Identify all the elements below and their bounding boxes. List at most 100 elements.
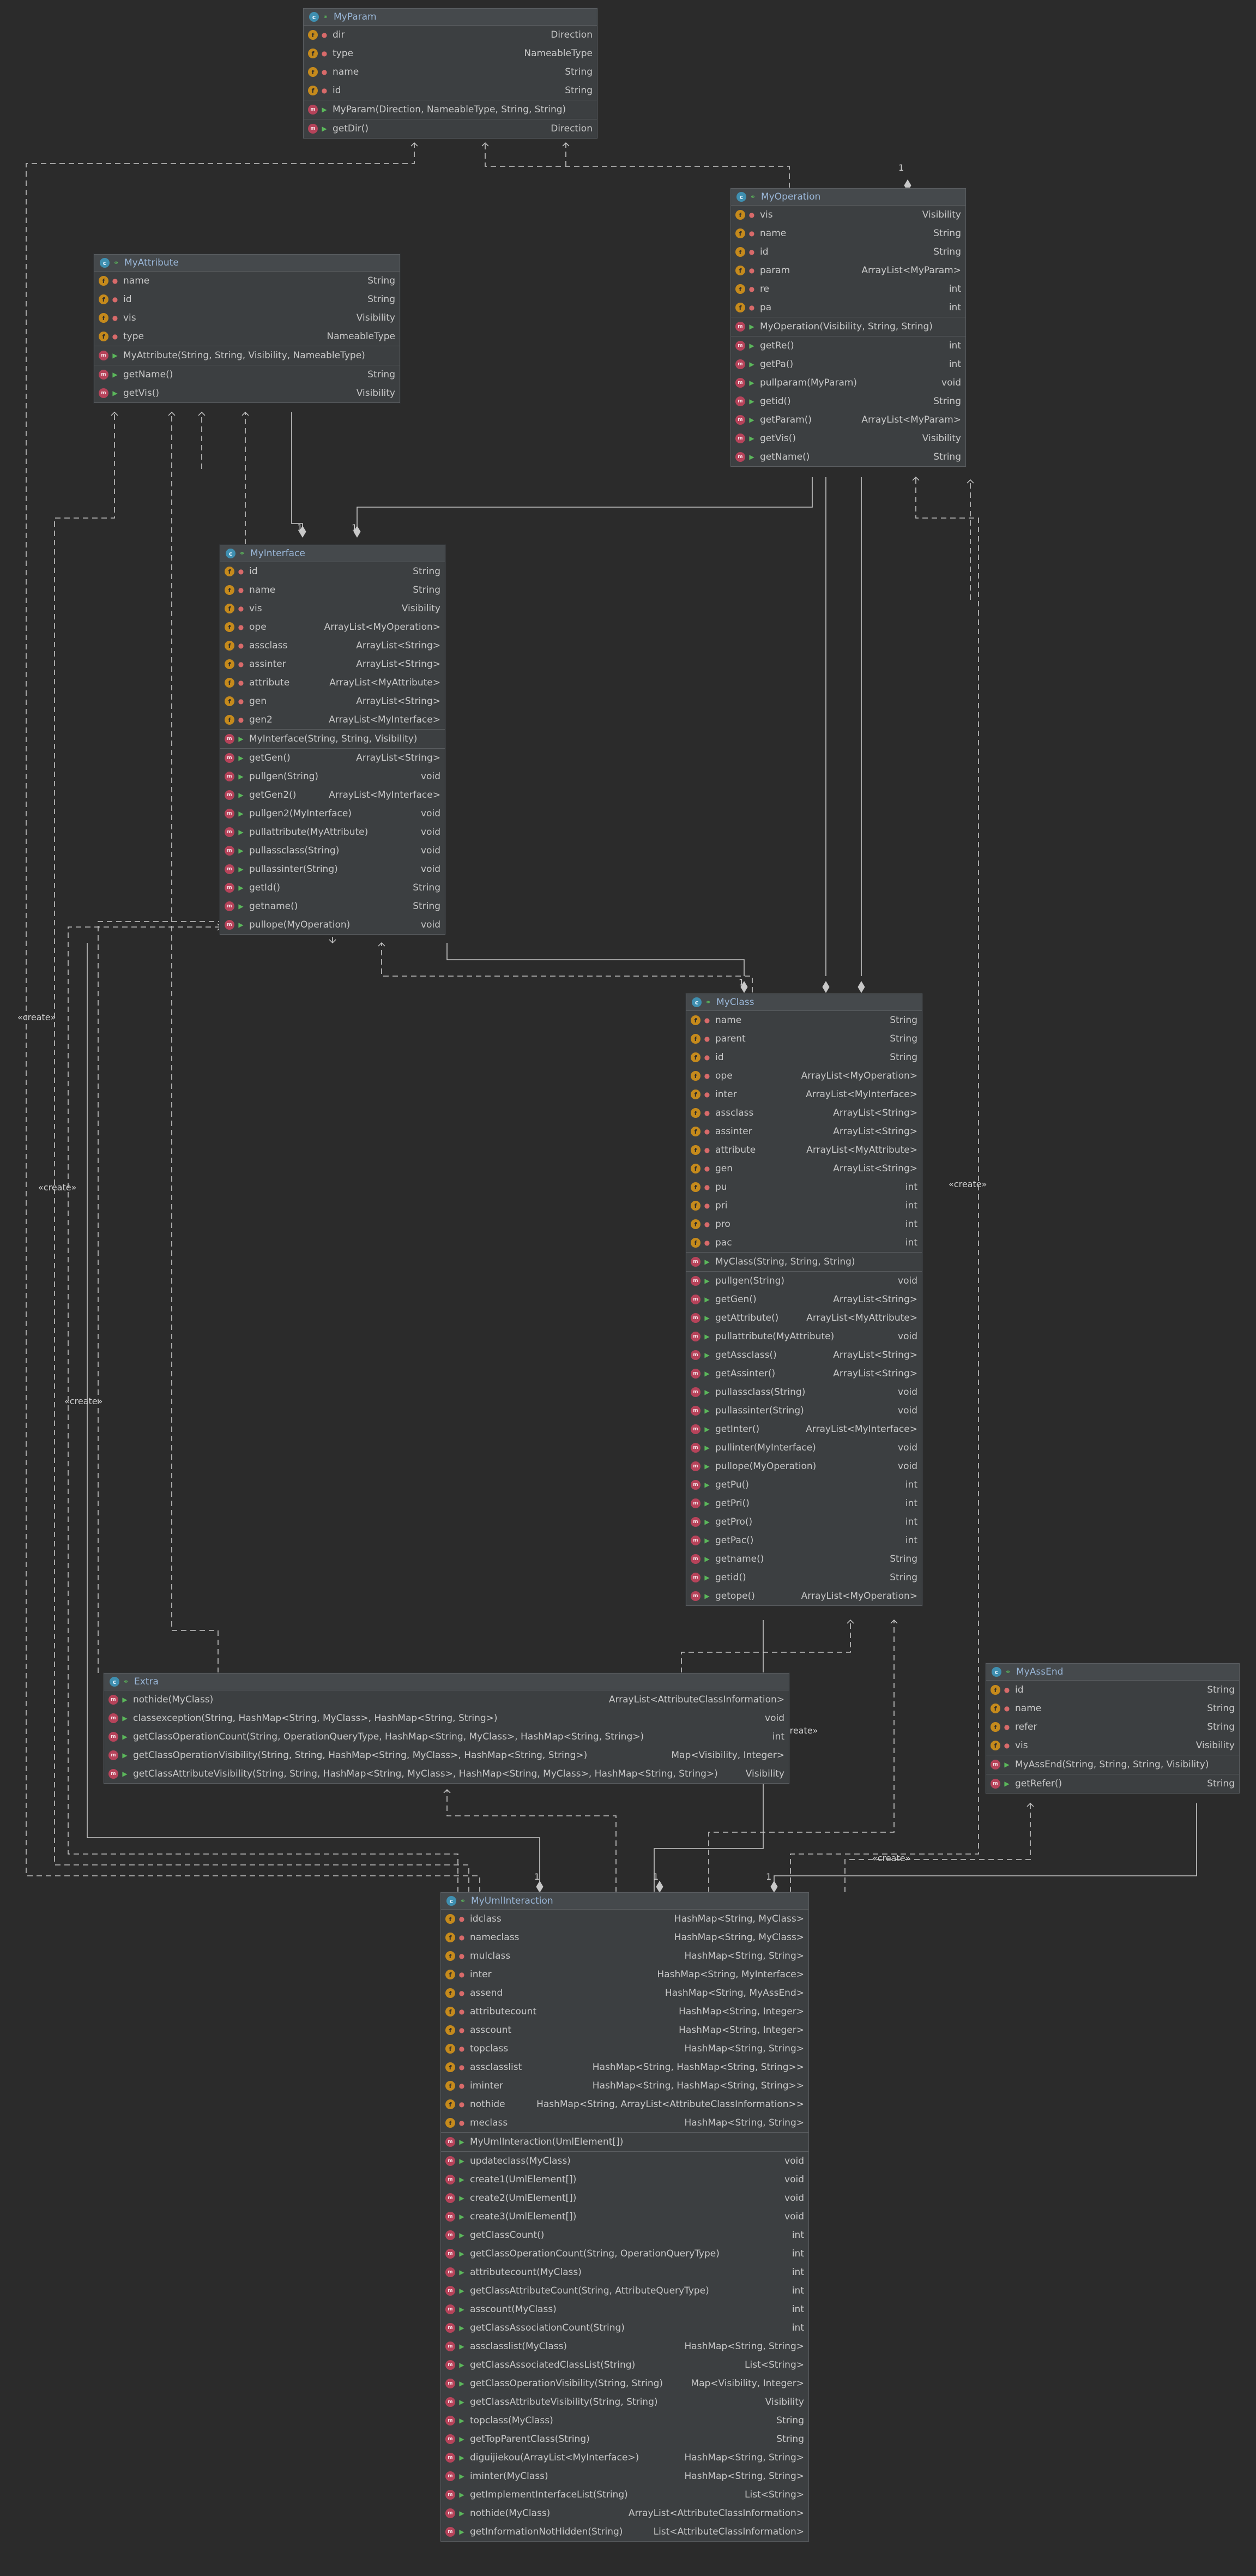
field-row-name[interactable]: f ● name String bbox=[304, 63, 597, 81]
field-row-id[interactable]: f ● id String bbox=[304, 81, 597, 100]
field-row-type[interactable]: f ● type NameableType bbox=[94, 327, 400, 346]
method-row-getclasscount[interactable]: m ▶ getClassCount() int bbox=[441, 2226, 808, 2244]
class-box-myumlinteraction[interactable]: c ⚭ MyUmlInteraction f ● idclass HashMap<Strin… bbox=[440, 1892, 809, 2542]
method-row-myumlinteraction-umlelement[interactable]: m ▶ MyUmlInteraction(UmlElement[]) bbox=[441, 2133, 808, 2151]
class-box-extra[interactable]: c ⚭ Extra m ▶ nothide(MyClass) ArrayList<Attri… bbox=[104, 1673, 789, 1784]
method-row-pullassclass-string[interactable]: m ▶ pullassclass(String) void bbox=[686, 1383, 922, 1401]
method-row-getinter[interactable]: m ▶ getInter() ArrayList<MyInterface> bbox=[686, 1420, 922, 1439]
method-row-iminter-myclass[interactable]: m ▶ iminter(MyClass) HashMap<String, String… bbox=[441, 2467, 808, 2485]
method-row-getname[interactable]: m ▶ getname() String bbox=[686, 1550, 922, 1568]
method-row-getclassassociatedclasslist-string[interactable]: m ▶ getClassAssociatedClassList(String) Lis… bbox=[441, 2356, 808, 2374]
method-row-getassinter[interactable]: m ▶ getAssinter() ArrayList<String> bbox=[686, 1364, 922, 1383]
method-row-classexception-string-hashmap-string-myc[interactable]: m ▶ classexception(String, HashMap<String,… bbox=[104, 1709, 789, 1728]
field-row-type[interactable]: f ● type NameableType bbox=[304, 44, 597, 63]
method-row-pullope-myoperation[interactable]: m ▶ pullope(MyOperation) void bbox=[686, 1457, 922, 1476]
method-row-getgen[interactable]: m ▶ getGen() ArrayList<String> bbox=[686, 1290, 922, 1309]
method-row-create1-umlelement[interactable]: m ▶ create1(UmlElement[]) void bbox=[441, 2170, 808, 2189]
field-row-attribute[interactable]: f ● attribute ArrayList<MyAttribute> bbox=[686, 1141, 922, 1159]
method-row-create3-umlelement[interactable]: m ▶ create3(UmlElement[]) void bbox=[441, 2207, 808, 2226]
method-row-updateclass-myclass[interactable]: m ▶ updateclass(MyClass) void bbox=[441, 2152, 808, 2170]
method-row-myoperation-visibility-string-string[interactable]: m ▶ MyOperation(Visibility, String, String… bbox=[731, 317, 965, 336]
method-row-diguijiekou-arraylist-myinterface[interactable]: m ▶ diguijiekou(ArrayList<MyInterface>) Has… bbox=[441, 2448, 808, 2467]
field-row-name[interactable]: f ● name String bbox=[731, 224, 965, 243]
field-row-dir[interactable]: f ● dir Direction bbox=[304, 26, 597, 44]
method-row-pullassinter-string[interactable]: m ▶ pullassinter(String) void bbox=[686, 1401, 922, 1420]
field-row-re[interactable]: f ● re int bbox=[731, 280, 965, 298]
field-row-vis[interactable]: f ● vis Visibility bbox=[220, 599, 445, 618]
method-row-pullgen2-myinterface[interactable]: m ▶ pullgen2(MyInterface) void bbox=[220, 804, 445, 823]
field-row-id[interactable]: f ● id String bbox=[94, 290, 400, 309]
method-row-myassend-string-string-string-visibility[interactable]: m ▶ MyAssEnd(String, String, String, Visib… bbox=[986, 1755, 1239, 1774]
method-row-myattribute-string-string-visibility-nam[interactable]: m ▶ MyAttribute(String, String, Visibility… bbox=[94, 346, 400, 365]
field-row-vis[interactable]: f ● vis Visibility bbox=[986, 1736, 1239, 1755]
method-row-pullinter-myinterface[interactable]: m ▶ pullinter(MyInterface) void bbox=[686, 1439, 922, 1457]
field-row-pri[interactable]: f ● pri int bbox=[686, 1196, 922, 1215]
method-row-pullassinter-string[interactable]: m ▶ pullassinter(String) void bbox=[220, 860, 445, 878]
method-row-getre[interactable]: m ▶ getRe() int bbox=[731, 336, 965, 355]
method-row-getparam[interactable]: m ▶ getParam() ArrayList<MyParam> bbox=[731, 411, 965, 429]
field-row-attribute[interactable]: f ● attribute ArrayList<MyAttribute> bbox=[220, 673, 445, 692]
method-row-pullope-myoperation[interactable]: m ▶ pullope(MyOperation) void bbox=[220, 916, 445, 934]
field-row-assclass[interactable]: f ● assclass ArrayList<String> bbox=[686, 1104, 922, 1122]
class-box-myassend[interactable]: c ⚭ MyAssEnd f ● id String f ● name String f ● refer S… bbox=[986, 1663, 1240, 1793]
class-header[interactable]: c ⚭ MyParam bbox=[304, 9, 597, 26]
field-row-iminter[interactable]: f ● iminter HashMap<String, HashMap<String,… bbox=[441, 2077, 808, 2095]
field-row-assclass[interactable]: f ● assclass ArrayList<String> bbox=[220, 636, 445, 655]
method-row-gettopparentclass-string[interactable]: m ▶ getTopParentClass(String) String bbox=[441, 2430, 808, 2448]
method-row-pullassclass-string[interactable]: m ▶ pullassclass(String) void bbox=[220, 841, 445, 860]
method-row-getid[interactable]: m ▶ getid() String bbox=[731, 392, 965, 411]
method-row-asscount-myclass[interactable]: m ▶ asscount(MyClass) int bbox=[441, 2300, 808, 2319]
method-row-pullparam-myparam[interactable]: m ▶ pullparam(MyParam) void bbox=[731, 374, 965, 392]
method-row-nothide-myclass[interactable]: m ▶ nothide(MyClass) ArrayList<AttributeCla… bbox=[104, 1690, 789, 1709]
field-row-name[interactable]: f ● name String bbox=[686, 1011, 922, 1030]
class-box-myinterface[interactable]: c ⚭ MyInterface f ● id String f ● name String f ● vis… bbox=[220, 545, 445, 935]
field-row-gen[interactable]: f ● gen ArrayList<String> bbox=[686, 1159, 922, 1178]
method-row-getattribute[interactable]: m ▶ getAttribute() ArrayList<MyAttribute> bbox=[686, 1309, 922, 1327]
method-row-getgen[interactable]: m ▶ getGen() ArrayList<String> bbox=[220, 749, 445, 767]
field-row-vis[interactable]: f ● vis Visibility bbox=[731, 206, 965, 224]
field-row-param[interactable]: f ● param ArrayList<MyParam> bbox=[731, 261, 965, 280]
method-row-pullgen-string[interactable]: m ▶ pullgen(String) void bbox=[220, 767, 445, 786]
method-row-getpro[interactable]: m ▶ getPro() int bbox=[686, 1513, 922, 1531]
field-row-mulclass[interactable]: f ● mulclass HashMap<String, String> bbox=[441, 1947, 808, 1965]
class-header[interactable]: c ⚭ MyAttribute bbox=[94, 255, 400, 272]
class-header[interactable]: c ⚭ MyInterface bbox=[220, 545, 445, 562]
field-row-id[interactable]: f ● id String bbox=[986, 1681, 1239, 1699]
field-row-id[interactable]: f ● id String bbox=[686, 1048, 922, 1067]
method-row-getgen2[interactable]: m ▶ getGen2() ArrayList<MyInterface> bbox=[220, 786, 445, 804]
method-row-getassclass[interactable]: m ▶ getAssclass() ArrayList<String> bbox=[686, 1346, 922, 1364]
method-row-getclassoperationvisibility-string-strin[interactable]: m ▶ getClassOperationVisibility(String, St… bbox=[441, 2374, 808, 2393]
method-row-getclassassociationcount-string[interactable]: m ▶ getClassAssociationCount(String) int bbox=[441, 2319, 808, 2337]
field-row-inter[interactable]: f ● inter HashMap<String, MyInterface> bbox=[441, 1965, 808, 1984]
method-row-attributecount-myclass[interactable]: m ▶ attributecount(MyClass) int bbox=[441, 2263, 808, 2282]
method-row-nothide-myclass[interactable]: m ▶ nothide(MyClass) ArrayList<AttributeCla… bbox=[441, 2504, 808, 2523]
field-row-parent[interactable]: f ● parent String bbox=[686, 1030, 922, 1048]
method-row-myinterface-string-string-visibility[interactable]: m ▶ MyInterface(String, String, Visibility… bbox=[220, 730, 445, 748]
class-box-myattribute[interactable]: c ⚭ MyAttribute f ● name String f ● id String f ● vis… bbox=[94, 254, 400, 403]
method-row-getclassattributevisibility-string-strin[interactable]: m ▶ getClassAttributeVisibility(String, St… bbox=[104, 1765, 789, 1783]
field-row-assinter[interactable]: f ● assinter ArrayList<String> bbox=[686, 1122, 922, 1141]
method-row-getclassattributevisibility-string-strin[interactable]: m ▶ getClassAttributeVisibility(String, St… bbox=[441, 2393, 808, 2411]
method-row-myparam-direction-nameabletype-string-st[interactable]: m ▶ MyParam(Direction, NameableType, Strin… bbox=[304, 100, 597, 119]
field-row-id[interactable]: f ● id String bbox=[220, 562, 445, 581]
class-header[interactable]: c ⚭ MyAssEnd bbox=[986, 1664, 1239, 1681]
field-row-assclasslist[interactable]: f ● assclasslist HashMap<String, HashMap<St… bbox=[441, 2058, 808, 2077]
method-row-getope[interactable]: m ▶ getope() ArrayList<MyOperation> bbox=[686, 1587, 922, 1605]
field-row-pac[interactable]: f ● pac int bbox=[686, 1233, 922, 1252]
field-row-ope[interactable]: f ● ope ArrayList<MyOperation> bbox=[686, 1067, 922, 1085]
method-row-pullattribute-myattribute[interactable]: m ▶ pullattribute(MyAttribute) void bbox=[686, 1327, 922, 1346]
method-row-getpac[interactable]: m ▶ getPac() int bbox=[686, 1531, 922, 1550]
method-row-getname[interactable]: m ▶ getName() String bbox=[731, 448, 965, 466]
class-box-myoperation[interactable]: c ⚭ MyOperation f ● vis Visibility f ● name String… bbox=[730, 188, 966, 467]
field-row-id[interactable]: f ● id String bbox=[731, 243, 965, 261]
field-row-ope[interactable]: f ● ope ArrayList<MyOperation> bbox=[220, 618, 445, 636]
field-row-topclass[interactable]: f ● topclass HashMap<String, String> bbox=[441, 2039, 808, 2058]
method-row-getclassoperationvisibility-string-strin[interactable]: m ▶ getClassOperationVisibility(String, St… bbox=[104, 1746, 789, 1765]
field-row-gen[interactable]: f ● gen ArrayList<String> bbox=[220, 692, 445, 711]
method-row-topclass-myclass[interactable]: m ▶ topclass(MyClass) String bbox=[441, 2411, 808, 2430]
method-row-getrefer[interactable]: m ▶ getRefer() String bbox=[986, 1774, 1239, 1793]
method-row-pullattribute-myattribute[interactable]: m ▶ pullattribute(MyAttribute) void bbox=[220, 823, 445, 841]
method-row-getpri[interactable]: m ▶ getPri() int bbox=[686, 1494, 922, 1513]
field-row-gen2[interactable]: f ● gen2 ArrayList<MyInterface> bbox=[220, 711, 445, 729]
method-row-getclassoperationcount-string-operationq[interactable]: m ▶ getClassOperationCount(String, Operati… bbox=[441, 2244, 808, 2263]
